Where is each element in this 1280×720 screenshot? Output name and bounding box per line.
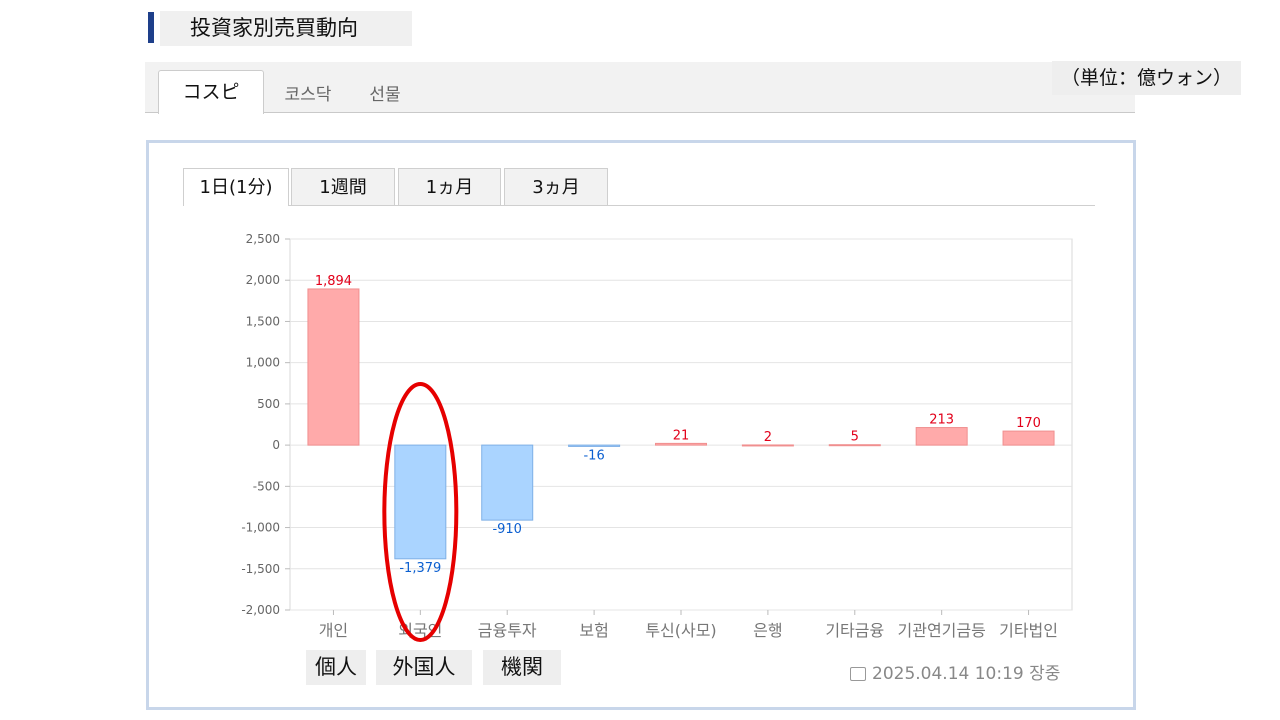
data-label: -1,379 [399,561,441,576]
data-label: 170 [1016,416,1041,431]
bar [741,444,794,447]
jp-label-individual: 個人 [306,650,366,685]
data-label: 213 [929,413,954,428]
jp-label-foreign: 外国人 [376,650,472,685]
y-tick-label: 2,000 [246,273,280,287]
x-tick-label: 기타법인 [999,621,1058,640]
data-label: -16 [583,448,604,463]
bar [828,444,881,447]
bar [307,288,360,446]
data-label: -910 [492,522,522,537]
y-tick-label: 1,000 [246,356,280,370]
x-tick-label: 보험 [579,621,608,640]
bar [915,427,968,446]
bar [655,442,707,446]
bar [481,444,534,521]
y-tick-label: 1,500 [246,314,280,328]
x-tick-label: 기관연기금등 [898,621,986,640]
timestamp: 2025.04.14 10:19 장중 [850,659,1060,684]
investor-bar-chart: 2,500 2,000 1,500 1,000 500 0 -500 -1,000 -1,500… [241,232,1073,642]
data-label: 5 [851,430,859,445]
y-tick-label: -1,500 [241,562,280,576]
x-tick-label: 은행 [753,621,782,640]
y-tick-label: 2,500 [246,232,280,246]
y-tick-label: 500 [257,397,280,411]
data-label: 2 [764,430,772,445]
x-tick-label: 금융투자 [478,621,537,640]
bar [394,444,447,560]
y-tick-label: -500 [253,479,280,493]
x-tick-label: 투신(사모) [645,621,716,640]
y-tick-label: 0 [272,438,280,452]
x-tick-label: 기타금융 [825,621,884,640]
bar [568,444,621,447]
y-tick-label: -1,000 [241,521,280,535]
data-label: 21 [673,428,690,443]
y-tick-label: -2,000 [241,603,280,617]
bar [1002,430,1055,446]
timestamp-text: 2025.04.14 10:19 장중 [872,664,1061,684]
jp-label-institution: 機関 [483,650,561,685]
data-label: 1,894 [315,274,352,289]
x-tick-label: 개인 [319,621,348,640]
calendar-clock-icon [850,667,866,681]
